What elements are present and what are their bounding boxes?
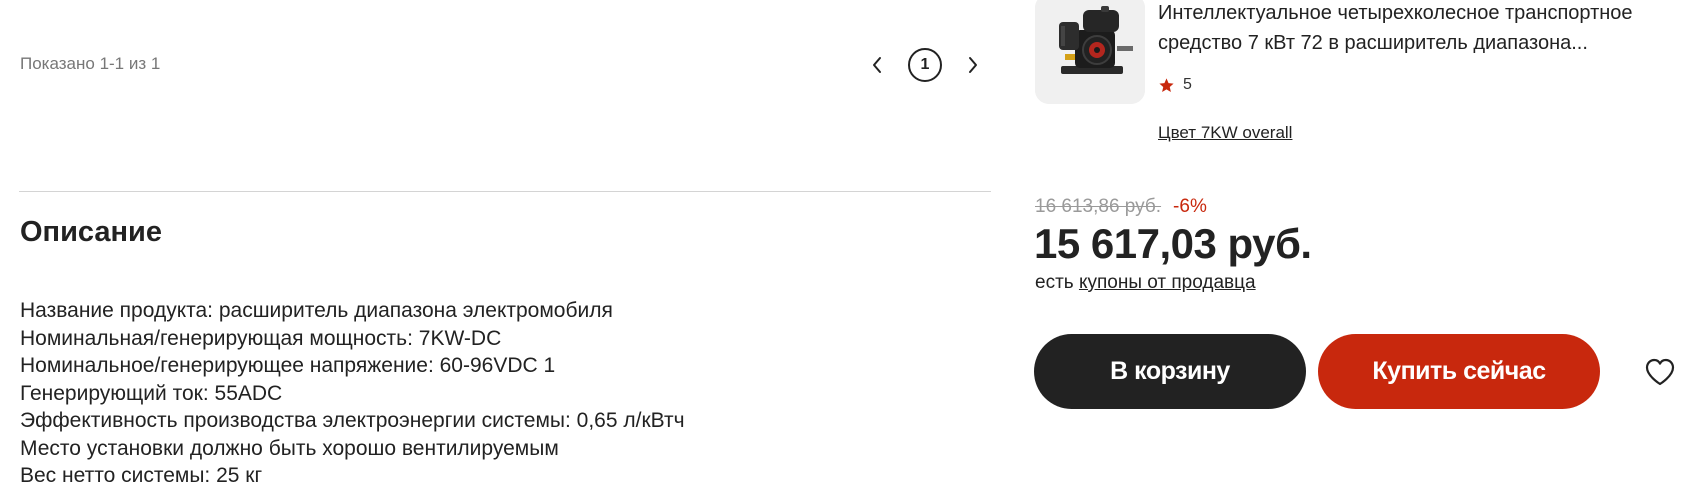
product-title[interactable]: Интеллектуальное четырехколесное транспо… [1158, 0, 1703, 58]
seller-coupons-link[interactable]: купоны от продавца [1079, 272, 1256, 293]
old-price-row: 16 613,86 руб. -6% [1035, 196, 1207, 218]
description-line: Название продукта: расширитель диапазона… [20, 299, 613, 322]
product-thumbnail[interactable] [1035, 0, 1145, 104]
color-option-link[interactable]: Цвет 7KW overall [1158, 123, 1292, 143]
star-icon [1158, 77, 1175, 94]
chevron-right-icon [969, 57, 977, 73]
pager: 1 [860, 48, 990, 82]
pager-prev-button[interactable] [860, 48, 894, 82]
description-body: Название продукта: расширитель диапазона… [20, 297, 685, 490]
pager-next-button[interactable] [956, 48, 990, 82]
shown-count-text: Показано 1-1 из 1 [20, 54, 161, 73]
current-price: 15 617,03 руб. [1034, 220, 1312, 267]
buy-now-button[interactable]: Купить сейчас [1318, 334, 1600, 409]
product-rating: 5 [1158, 74, 1192, 96]
pager-page-current[interactable]: 1 [908, 48, 942, 82]
section-divider [19, 191, 991, 192]
chevron-left-icon [873, 57, 881, 73]
heart-icon [1645, 358, 1675, 386]
description-line: Номинальное/генерирующее напряжение: 60-… [20, 354, 556, 377]
rating-value: 5 [1183, 76, 1192, 93]
coupon-info: есть купоны от продавца [1035, 272, 1256, 294]
description-title: Описание [20, 216, 162, 248]
discount-badge: -6% [1173, 196, 1207, 217]
description-line: Место установки должно быть хорошо венти… [20, 436, 559, 460]
add-to-cart-button[interactable]: В корзину [1034, 334, 1306, 409]
engine-image [1035, 0, 1145, 104]
favorite-button[interactable] [1641, 353, 1679, 391]
coupon-prefix: есть [1035, 272, 1074, 293]
product-page: Показано 1-1 из 1 1 Описание Название пр… [0, 0, 1708, 498]
description-line: Вес нетто системы: 25 кг [20, 464, 263, 487]
reviews-pagination: Показано 1-1 из 1 1 [20, 48, 992, 82]
old-price: 16 613,86 руб. [1035, 196, 1162, 217]
description-line: Генерирующий ток: 55ADC [20, 381, 283, 405]
description-line: Номинальная/генерирующая мощность: 7KW-D… [20, 326, 502, 350]
description-line: Эффективность производства электроэнерги… [20, 409, 685, 432]
